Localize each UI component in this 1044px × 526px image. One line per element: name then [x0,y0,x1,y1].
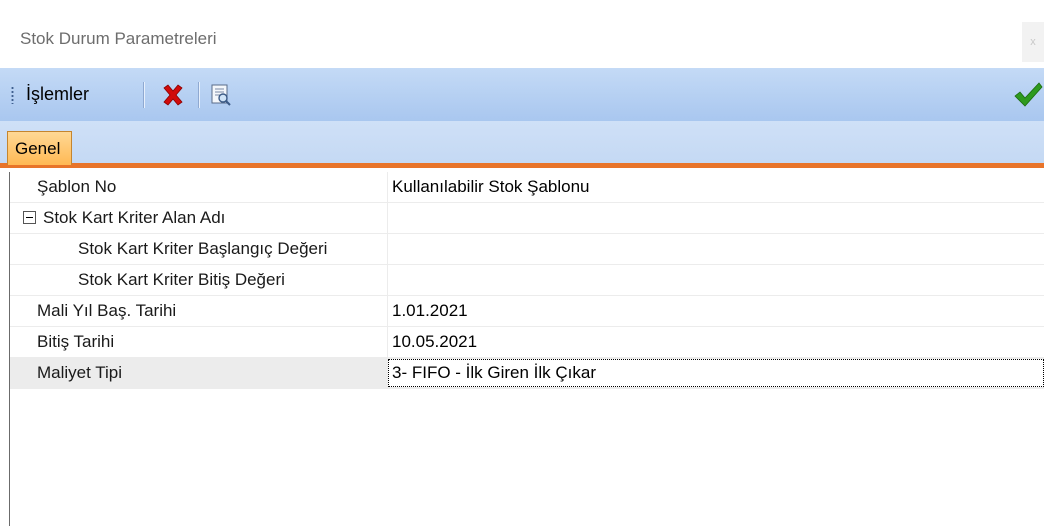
green-check-icon [1014,82,1043,107]
toolbar-separator [198,82,199,108]
row-label: Stok Kart Kriter Başlangıç Değeri [78,239,328,258]
tab-genel[interactable]: Genel [7,131,73,165]
grid-row-kriter-baslangic[interactable]: Stok Kart Kriter Başlangıç Değeri [10,234,1044,265]
window-title: Stok Durum Parametreleri [20,29,217,48]
grid-row-kriter-bitis[interactable]: Stok Kart Kriter Bitiş Değeri [10,265,1044,296]
report-button[interactable] [206,80,236,110]
grid-row-stok-kart-kriter-alan-adi[interactable]: Stok Kart Kriter Alan Adı [10,203,1044,234]
row-value[interactable]: Kullanılabilir Stok Şablonu [392,172,590,202]
report-search-icon [211,84,231,106]
column-divider [387,203,388,233]
row-label: Mali Yıl Baş. Tarihi [37,301,177,320]
toolbar: İşlemler [0,68,1044,121]
row-label: Şablon No [37,177,117,196]
column-divider [387,265,388,295]
row-label: Stok Kart Kriter Alan Adı [43,208,226,227]
grid-row-maliyet-tipi[interactable]: Maliyet Tipi 3- FIFO - İlk Giren İlk Çık… [10,358,1044,389]
collapse-icon[interactable] [23,211,36,224]
grid-row-bitis-tarihi[interactable]: Bitiş Tarihi 10.05.2021 [10,327,1044,358]
row-label: Bitiş Tarihi [37,332,115,351]
row-value[interactable]: 3- FIFO - İlk Giren İlk Çıkar [392,358,596,388]
title-bar: Stok Durum Parametreleri x [0,0,1044,68]
toolbar-grip-handle[interactable] [11,86,14,104]
column-divider [387,327,388,357]
column-divider [387,234,388,264]
row-value[interactable]: 10.05.2021 [392,327,477,357]
toolbar-separator [143,82,144,108]
row-label: Maliyet Tipi [37,363,123,382]
row-label: Stok Kart Kriter Bitiş Değeri [78,270,285,289]
row-value[interactable]: 1.01.2021 [392,296,468,326]
close-button[interactable]: x [1022,22,1044,62]
column-divider [387,296,388,326]
tab-strip [0,121,1044,168]
confirm-button[interactable] [1012,80,1044,110]
red-x-icon [163,84,183,106]
delete-button[interactable] [158,80,188,110]
islemler-menu[interactable]: İşlemler [26,84,89,105]
close-icon: x [1030,36,1036,48]
grid-row-mali-yil-bas-tarihi[interactable]: Mali Yıl Baş. Tarihi 1.01.2021 [10,296,1044,327]
grid-row-sablon-no[interactable]: Şablon No Kullanılabilir Stok Şablonu [10,172,1044,203]
column-divider [387,172,388,202]
